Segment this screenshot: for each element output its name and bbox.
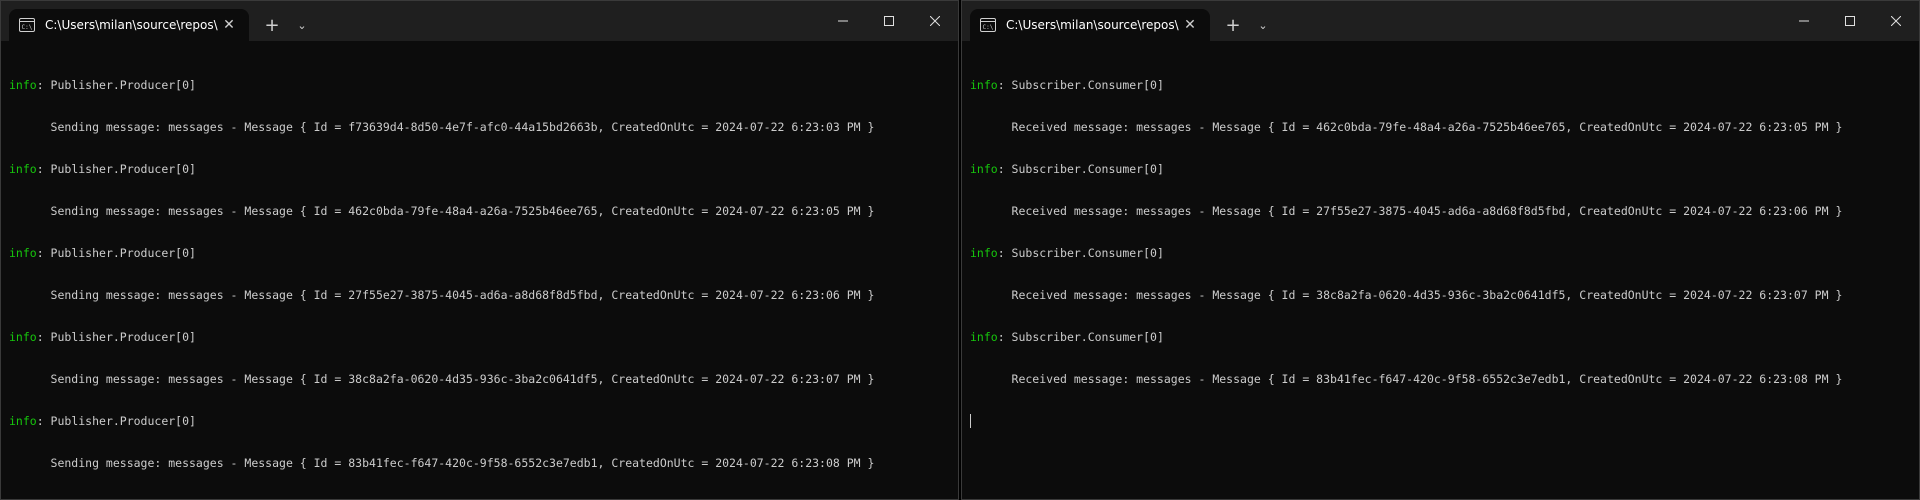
log-line: info: Publisher.Producer[0] [9,414,196,428]
tab-title: C:\Users\milan\source\repos\ [45,18,218,32]
close-icon[interactable]: ✕ [1180,15,1200,35]
maximize-icon[interactable] [1827,1,1873,41]
maximize-icon[interactable] [866,1,912,41]
log-line: Sending message: messages - Message { Id… [9,456,875,470]
minimize-icon[interactable] [820,1,866,41]
log-line: info: Publisher.Producer[0] [9,246,196,260]
title-bar[interactable]: C:\ C:\Users\milan\source\repos\ ✕ + ⌄ [962,1,1919,41]
plus-icon[interactable]: + [257,9,287,41]
window-close-icon[interactable] [912,1,958,41]
terminal-icon: C:\ [19,18,35,32]
log-line: info: Subscriber.Consumer[0] [970,246,1164,260]
close-icon[interactable]: ✕ [219,15,239,35]
window-controls [820,1,958,41]
log-line: info: Subscriber.Consumer[0] [970,330,1164,344]
tab-active[interactable]: C:\ C:\Users\milan\source\repos\ ✕ [9,9,249,41]
log-line: Sending message: messages - Message { Id… [9,204,875,218]
log-line: Received message: messages - Message { I… [970,372,1843,386]
terminal-output[interactable]: info: Subscriber.Consumer[0] Received me… [962,41,1919,456]
text-cursor [970,414,971,428]
cursor-line [970,414,1911,428]
log-line: Received message: messages - Message { I… [970,204,1843,218]
chevron-down-icon[interactable]: ⌄ [287,9,317,41]
title-bar[interactable]: C:\ C:\Users\milan\source\repos\ ✕ + ⌄ [1,1,958,41]
terminal-window-subscriber: C:\ C:\Users\milan\source\repos\ ✕ + ⌄ i… [961,0,1920,500]
window-controls [1781,1,1919,41]
log-line: Received message: messages - Message { I… [970,288,1843,302]
log-line: info: Publisher.Producer[0] [9,162,196,176]
log-line: info: Publisher.Producer[0] [9,78,196,92]
log-line: Sending message: messages - Message { Id… [9,288,875,302]
svg-text:C:\: C:\ [983,24,994,31]
log-line: info: Subscriber.Consumer[0] [970,162,1164,176]
terminal-window-publisher: C:\ C:\Users\milan\source\repos\ ✕ + ⌄ i… [0,0,959,500]
log-line: Sending message: messages - Message { Id… [9,120,875,134]
minimize-icon[interactable] [1781,1,1827,41]
plus-icon[interactable]: + [1218,9,1248,41]
svg-text:C:\: C:\ [22,24,33,31]
log-line: info: Publisher.Producer[0] [9,330,196,344]
log-line: Sending message: messages - Message { Id… [9,372,875,386]
screen: C:\ C:\Users\milan\source\repos\ ✕ + ⌄ i… [0,0,1920,500]
log-line: Received message: messages - Message { I… [970,120,1843,134]
chevron-down-icon[interactable]: ⌄ [1248,9,1278,41]
window-close-icon[interactable] [1873,1,1919,41]
tab-title: C:\Users\milan\source\repos\ [1006,18,1179,32]
terminal-icon: C:\ [980,18,996,32]
terminal-output[interactable]: info: Publisher.Producer[0] Sending mess… [1,41,958,498]
log-line: info: Subscriber.Consumer[0] [970,78,1164,92]
tab-active[interactable]: C:\ C:\Users\milan\source\repos\ ✕ [970,9,1210,41]
